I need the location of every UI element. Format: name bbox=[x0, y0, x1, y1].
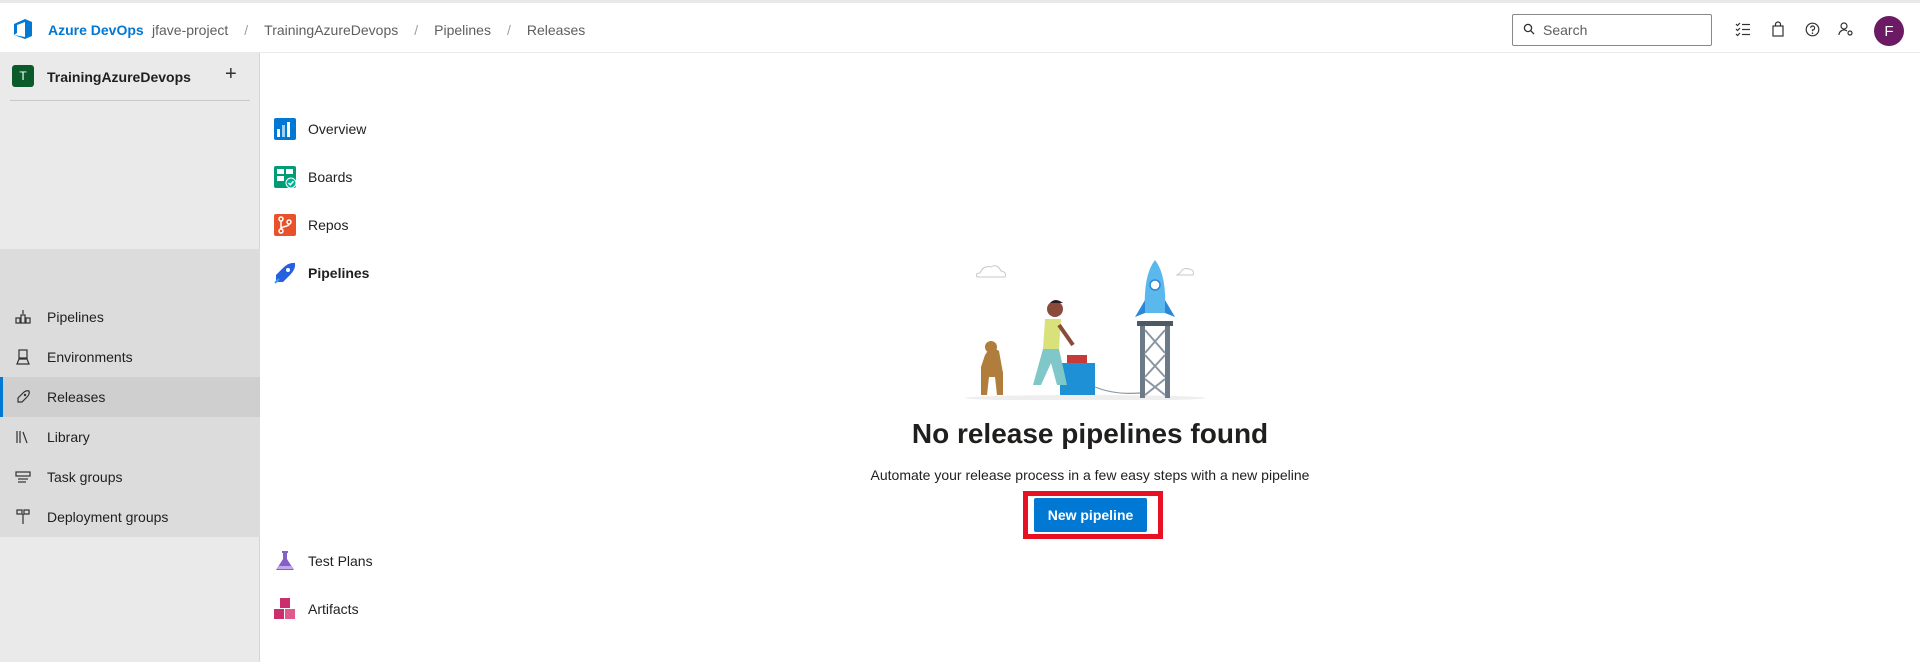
breadcrumb-project[interactable]: TrainingAzureDevops bbox=[264, 22, 398, 38]
sidebar-item-pipelines-sub[interactable]: Pipelines bbox=[0, 297, 260, 337]
environments-icon bbox=[16, 349, 30, 365]
releases-icon bbox=[17, 390, 30, 403]
empty-state-illustration bbox=[965, 260, 1205, 400]
pipelines-sub-icon bbox=[15, 310, 31, 324]
empty-state-heading: No release pipelines found bbox=[911, 418, 1269, 449]
avatar[interactable]: F bbox=[1874, 16, 1904, 46]
sidebar-item-label: Test Plans bbox=[308, 553, 373, 569]
sidebar-item-test-plans[interactable]: Test Plans bbox=[261, 537, 1920, 585]
sidebar-item-label: Repos bbox=[308, 217, 349, 233]
sidebar-item-label: Overview bbox=[308, 121, 367, 137]
azure-devops-logo-icon[interactable] bbox=[12, 18, 34, 40]
deployment-groups-icon bbox=[16, 509, 30, 524]
breadcrumb-separator: / bbox=[244, 22, 249, 38]
search-icon bbox=[1523, 23, 1535, 35]
sidebar-item-repos[interactable]: Repos bbox=[261, 201, 1920, 249]
sidebar-item-label: Pipelines bbox=[47, 309, 104, 325]
brand-link[interactable]: Azure DevOps bbox=[48, 22, 144, 38]
search-box[interactable] bbox=[1512, 14, 1712, 46]
pipelines-icon bbox=[274, 262, 296, 284]
project-name[interactable]: TrainingAzureDevops bbox=[47, 69, 191, 85]
selection-indicator bbox=[0, 377, 3, 417]
add-icon[interactable]: + bbox=[225, 63, 237, 86]
top-bar: Azure DevOps jfave-project / TrainingAzu… bbox=[0, 0, 1920, 53]
shopping-bag-icon[interactable] bbox=[1768, 19, 1788, 39]
sidebar-item-artifacts[interactable]: Artifacts bbox=[261, 585, 1920, 633]
sidebar-item-boards[interactable]: Boards bbox=[261, 153, 1920, 201]
sidebar: T TrainingAzureDevops + Overview Boards bbox=[0, 53, 373, 662]
search-input[interactable] bbox=[1543, 21, 1703, 39]
sidebar-item-environments[interactable]: Environments bbox=[0, 337, 260, 377]
project-header[interactable]: T TrainingAzureDevops + bbox=[0, 53, 260, 99]
sidebar-item-label: Artifacts bbox=[308, 601, 359, 617]
breadcrumb-pipelines[interactable]: Pipelines bbox=[434, 22, 491, 38]
repos-icon bbox=[274, 214, 296, 236]
project-badge: T bbox=[12, 65, 34, 87]
sidebar-item-releases[interactable]: Releases bbox=[0, 377, 260, 417]
pipelines-section: Pipelines Pipelines Environments Release… bbox=[0, 249, 369, 537]
sidebar-item-label: Deployment groups bbox=[47, 509, 169, 525]
task-list-icon[interactable] bbox=[1733, 19, 1753, 39]
user-settings-icon[interactable] bbox=[1836, 19, 1856, 39]
sidebar-item-label: Pipelines bbox=[308, 265, 370, 281]
sidebar-item-label: Releases bbox=[47, 389, 106, 405]
overview-icon bbox=[274, 118, 296, 140]
breadcrumb: jfave-project / TrainingAzureDevops / Pi… bbox=[152, 22, 585, 38]
new-pipeline-button[interactable]: New pipeline bbox=[1034, 498, 1147, 532]
breadcrumb-organization[interactable]: jfave-project bbox=[152, 22, 228, 38]
sidebar-item-deployment-groups[interactable]: Deployment groups bbox=[0, 497, 260, 537]
test-plans-icon bbox=[276, 551, 294, 570]
empty-state-description: Automate your release process in a few e… bbox=[870, 467, 1310, 483]
sidebar-item-label: Environments bbox=[47, 349, 133, 365]
breadcrumb-separator: / bbox=[414, 22, 419, 38]
sidebar-item-overview[interactable]: Overview bbox=[261, 105, 1920, 153]
help-icon[interactable] bbox=[1802, 19, 1822, 39]
sidebar-item-label: Boards bbox=[308, 169, 353, 185]
boards-icon bbox=[274, 166, 297, 189]
breadcrumb-releases[interactable]: Releases bbox=[527, 22, 585, 38]
artifacts-icon bbox=[274, 598, 295, 619]
divider bbox=[10, 100, 250, 101]
breadcrumb-separator: / bbox=[506, 22, 511, 38]
